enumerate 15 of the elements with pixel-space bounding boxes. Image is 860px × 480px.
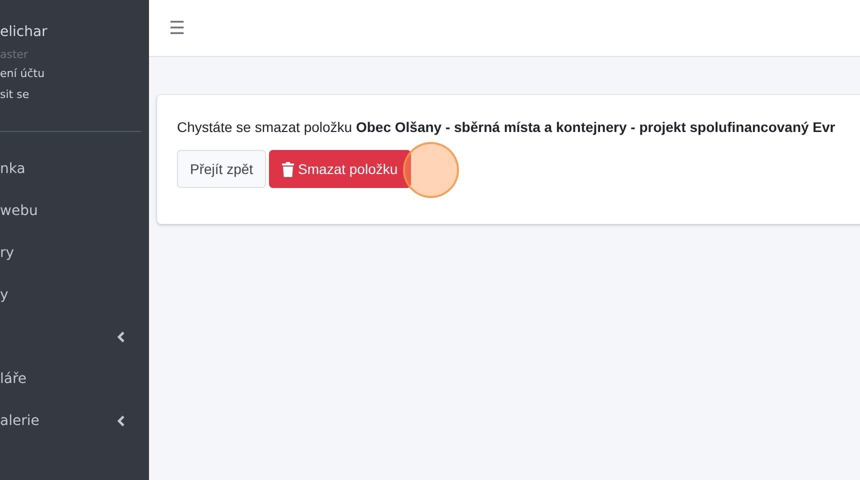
user-name: elichar xyxy=(0,24,48,40)
sidebar-item[interactable]: láře xyxy=(0,358,149,400)
user-role: aster xyxy=(0,48,30,61)
menu-button[interactable]: ☰ xyxy=(169,18,186,38)
sidebar-item[interactable]: alerie xyxy=(0,400,149,442)
trash-icon xyxy=(282,162,294,176)
sidebar-item[interactable]: webu xyxy=(0,190,149,232)
delete-button[interactable]: Smazat položku xyxy=(269,150,411,188)
user-link[interactable]: ení účtu xyxy=(0,67,149,80)
back-button[interactable]: Přejít zpět xyxy=(177,150,266,188)
sidebar-item[interactable]: nka xyxy=(0,148,149,190)
user-link[interactable]: sit se xyxy=(0,88,149,101)
sidebar-item[interactable]: y xyxy=(0,274,149,316)
sidebar-item[interactable]: ry xyxy=(0,232,149,274)
delete-message: Chystáte se smazat položku Obec Olšany - sběrná místa a kontejnery - projekt spolufinancovaný Evr xyxy=(177,119,836,135)
